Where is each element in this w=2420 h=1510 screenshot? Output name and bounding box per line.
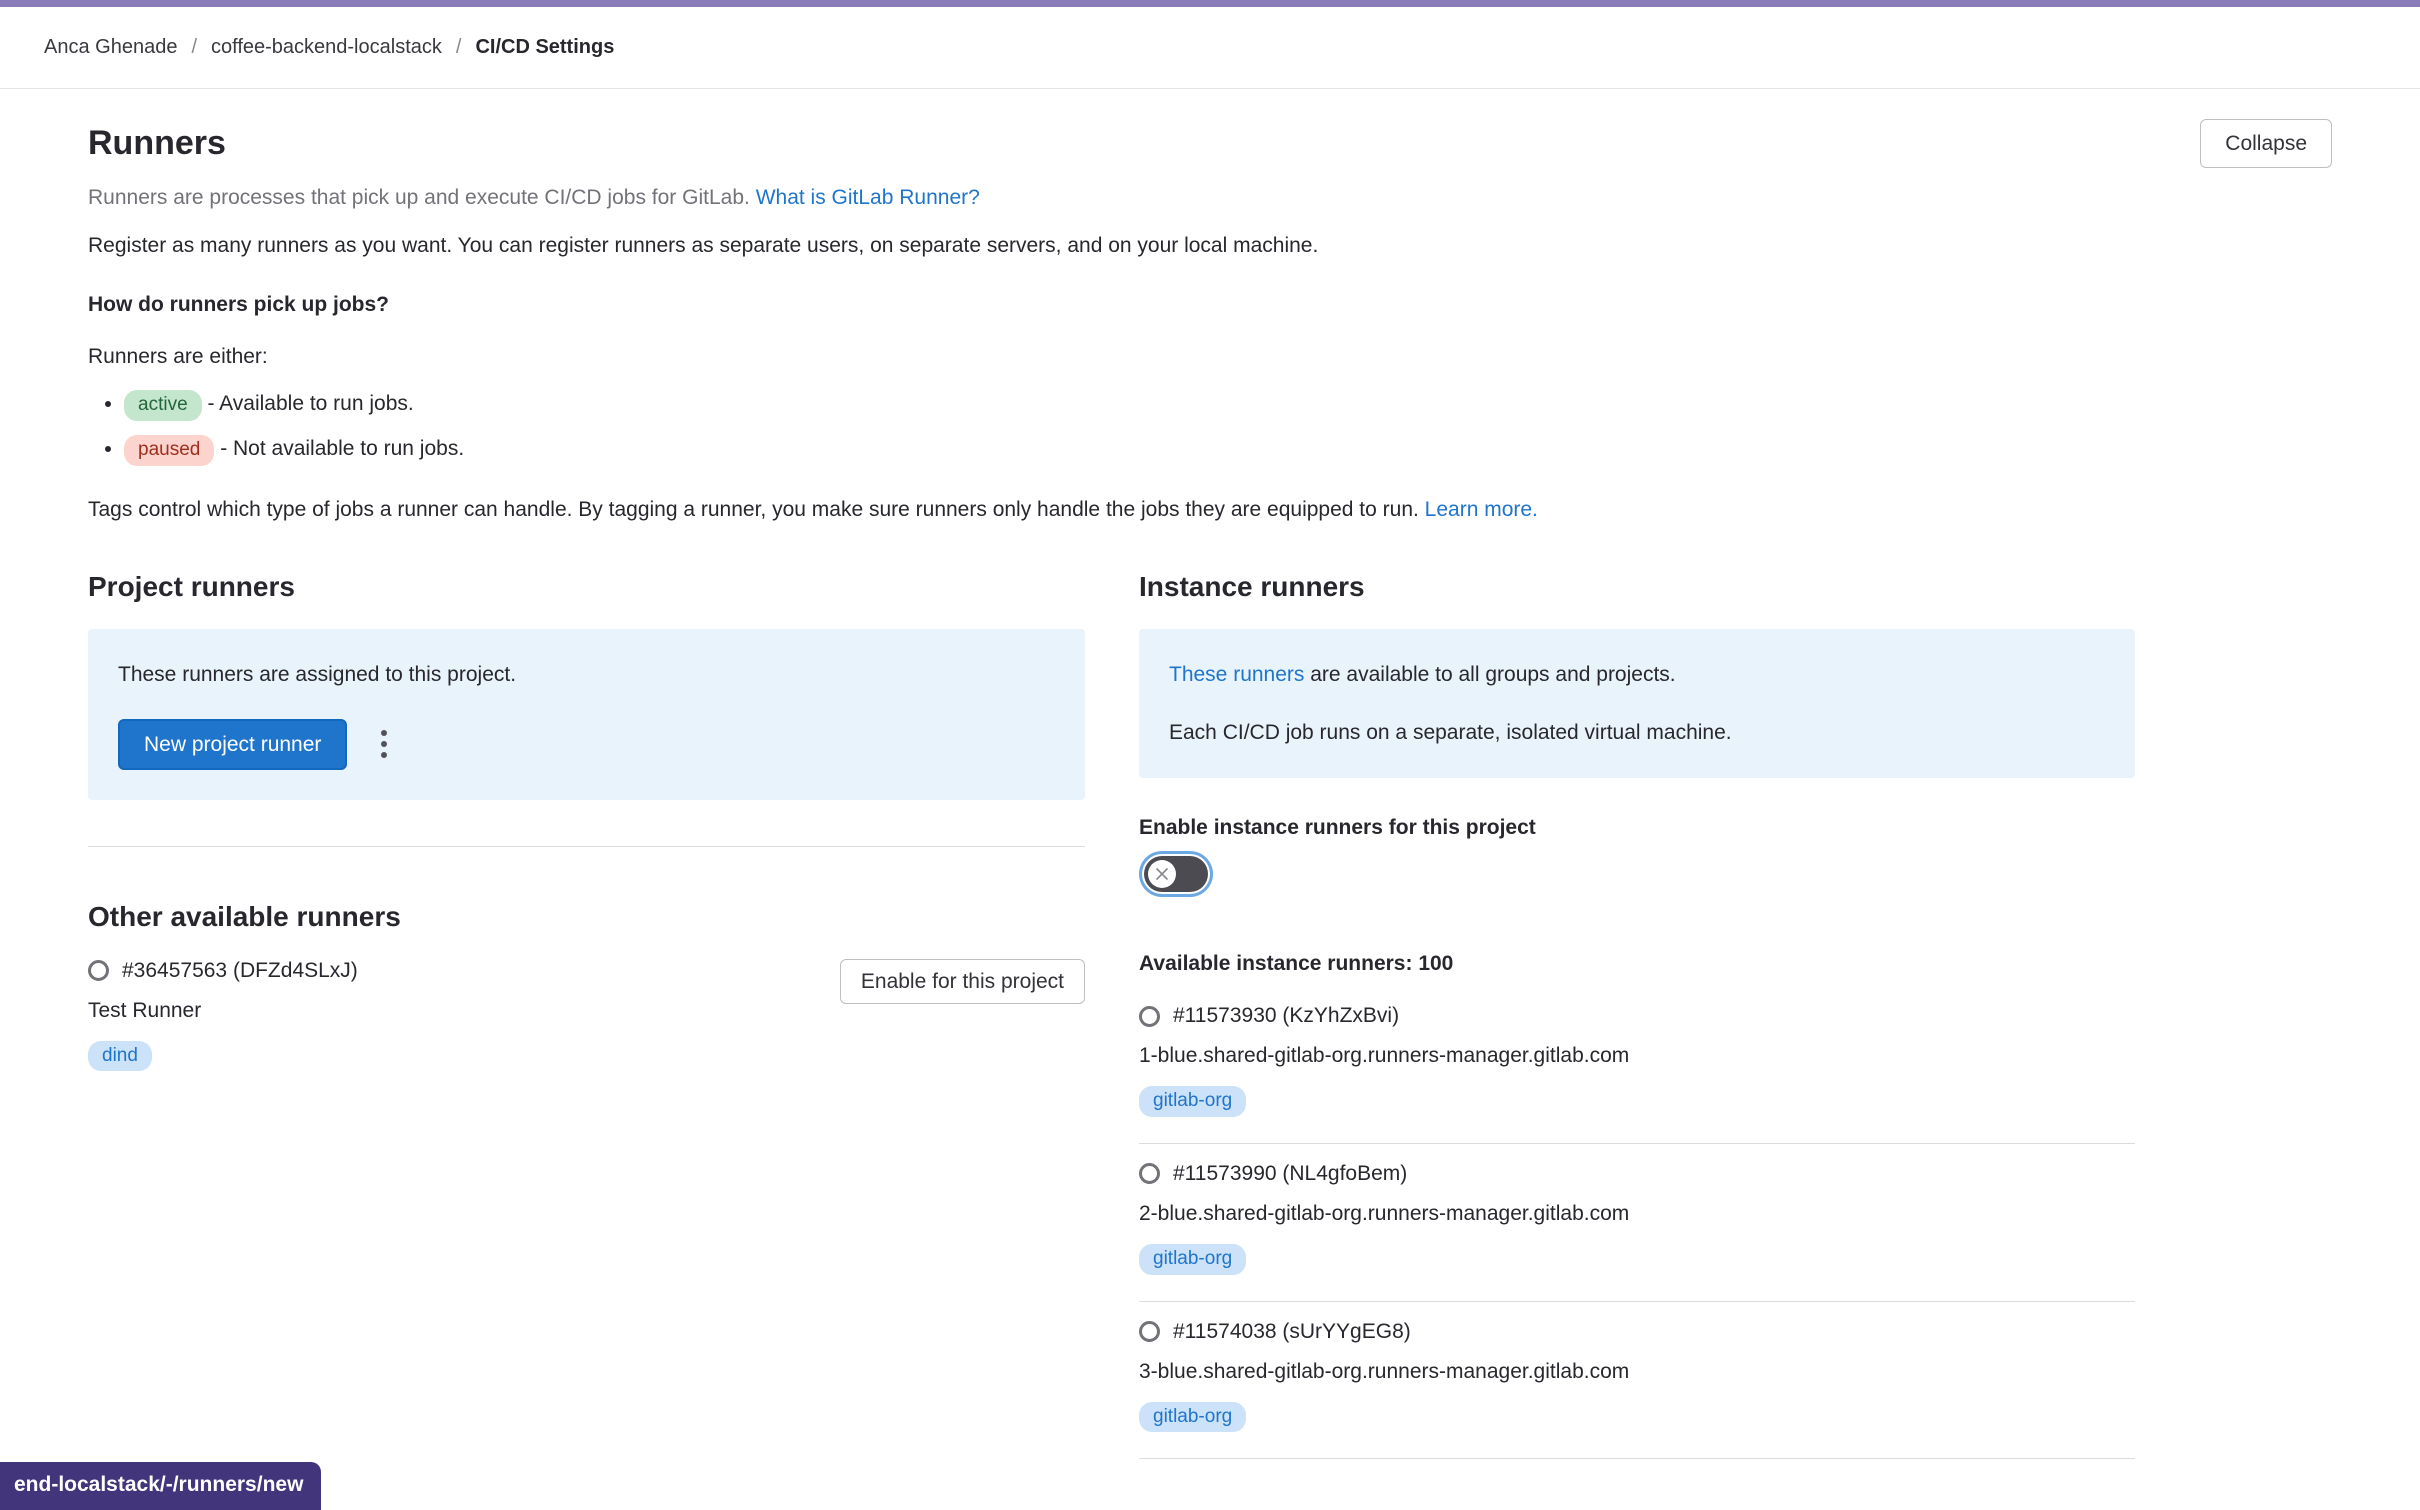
runner-name: Test Runner [88,999,358,1023]
runner-id-label: #11573990 (NL4gfoBem) [1173,1162,1407,1186]
runner-id-label: #11574038 (sUrYYgEG8) [1173,1320,1411,1344]
instance-runners-title: Instance runners [1139,571,2135,603]
link-status-tooltip: end-localstack/-/runners/new [0,1462,321,1510]
instance-runner-row: #11573990 (NL4gfoBem) 2-blue.shared-gitl… [1139,1144,2135,1302]
instance-runners-info-text2: Each CI/CD job runs on a separate, isola… [1169,717,2105,749]
register-description: Register as many runners as you want. Yo… [88,230,2332,262]
runner-host: 3-blue.shared-gitlab-org.runners-manager… [1139,1360,2135,1384]
runner-status-circle-icon [1139,1163,1160,1184]
project-runners-info-text: These runners are assigned to this proje… [118,659,1055,691]
how-runners-pick-up-jobs-heading: How do runners pick up jobs? [88,289,2332,321]
breadcrumb-current-page: CI/CD Settings [475,36,614,59]
instance-runner-row: #11574038 (sUrYYgEG8) 3-blue.shared-gitl… [1139,1302,2135,1460]
runner-id-label: #11573930 (KzYhZxBvi) [1173,1004,1399,1028]
breadcrumb-project[interactable]: coffee-backend-localstack [211,36,442,59]
breadcrumb-user[interactable]: Anca Ghenade [44,36,177,59]
enable-for-project-button[interactable]: Enable for this project [840,959,1085,1004]
paused-status-badge: paused [124,435,214,466]
runner-host: 1-blue.shared-gitlab-org.runners-manager… [1139,1044,2135,1068]
runners-either-label: Runners are either: [88,341,2332,373]
instance-runners-info-text: These runners are available to all group… [1169,659,2105,691]
main-content: Runners Collapse Runners are processes t… [0,119,2420,1459]
page-title: Runners [88,124,226,163]
runners-description: Runners are processes that pick up and e… [88,182,2332,214]
instance-runners-section: Instance runners These runners are avail… [1139,571,2135,1459]
runner-host: 2-blue.shared-gitlab-org.runners-manager… [1139,1202,2135,1226]
kebab-menu-icon[interactable] [373,720,395,768]
paused-status-text: - Not available to run jobs. [220,437,464,460]
active-status-badge: active [124,390,202,421]
available-instance-runners-label: Available instance runners: 100 [1139,952,2135,976]
these-runners-link[interactable]: These runners [1169,663,1304,686]
other-available-runners-title: Other available runners [88,901,1085,933]
collapse-button[interactable]: Collapse [2200,119,2332,168]
new-project-runner-button[interactable]: New project runner [118,719,347,770]
active-status-text: - Available to run jobs. [207,392,413,415]
runners-description-text: Runners are processes that pick up and e… [88,186,756,209]
tags-description-text: Tags control which type of jobs a runner… [88,498,1425,521]
instance-runners-toggle[interactable] [1144,856,1208,892]
instance-runners-info-rest: are available to all groups and projects… [1304,663,1675,686]
list-item: paused - Not available to run jobs. [124,433,2332,466]
what-is-gitlab-runner-link[interactable]: What is GitLab Runner? [756,186,980,209]
instance-runner-row: #11573930 (KzYhZxBvi) 1-blue.shared-gitl… [1139,986,2135,1144]
breadcrumb-separator: / [191,36,197,59]
runner-tag-badge: gitlab-org [1139,1086,1246,1117]
list-item: active - Available to run jobs. [124,388,2332,421]
instance-runners-infobox: These runners are available to all group… [1139,629,2135,778]
breadcrumb: Anca Ghenade / coffee-backend-localstack… [44,36,614,59]
tags-description: Tags control which type of jobs a runner… [88,494,2332,526]
project-runners-title: Project runners [88,571,1085,603]
enable-instance-runners-label: Enable instance runners for this project [1139,816,2135,840]
runner-id-label: #36457563 (DFZd4SLxJ) [122,959,358,983]
runner-tag-badge: gitlab-org [1139,1402,1246,1433]
project-runners-section: Project runners These runners are assign… [88,571,1085,1071]
learn-more-link[interactable]: Learn more. [1425,498,1538,521]
toggle-knob-x-icon [1148,860,1176,888]
runner-state-list: active - Available to run jobs. paused -… [88,388,2332,466]
project-runners-infobox: These runners are assigned to this proje… [88,629,1085,800]
section-divider [88,846,1085,847]
breadcrumb-bar: Anca Ghenade / coffee-backend-localstack… [0,7,2420,89]
runner-status-circle-icon [1139,1321,1160,1342]
available-runner-row: #36457563 (DFZd4SLxJ) Test Runner dind E… [88,959,1085,1072]
runner-status-circle-icon [1139,1006,1160,1027]
runner-tag-badge: gitlab-org [1139,1244,1246,1275]
breadcrumb-separator: / [456,36,462,59]
runner-status-circle-icon [88,960,109,981]
top-accent-bar [0,0,2420,7]
runner-tag-badge: dind [88,1041,152,1072]
